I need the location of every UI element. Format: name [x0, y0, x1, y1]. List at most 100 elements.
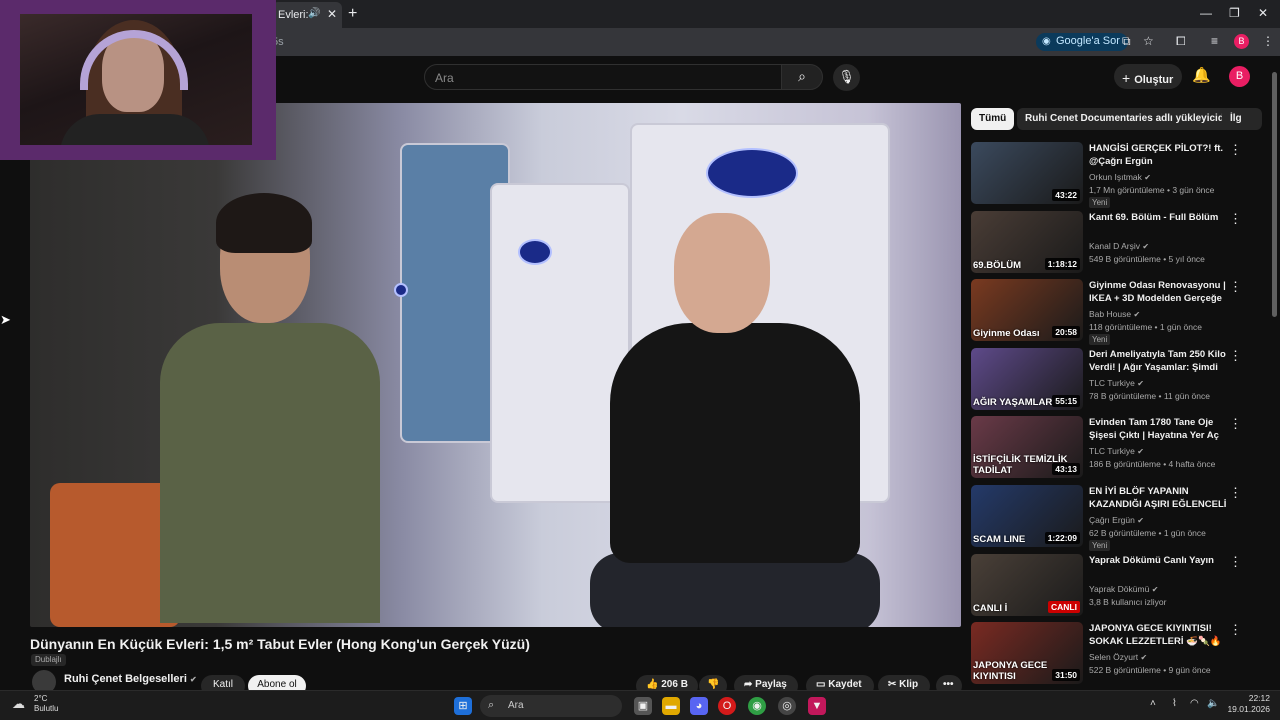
- video-thumbnail[interactable]: SCAM LINE 1:22:09: [971, 485, 1083, 547]
- recommended-video[interactable]: SCAM LINE 1:22:09 EN İYİ BLÖF YAPANIN KAZA…: [971, 485, 1261, 551]
- mouse-cursor-icon: ➤: [0, 312, 11, 327]
- recommended-title[interactable]: EN İYİ BLÖF YAPANIN KAZANDIĞI AŞIRI EĞLE…: [1089, 485, 1229, 512]
- discord-icon[interactable]: ◕: [690, 697, 708, 715]
- weather-temp: 2°C: [34, 694, 48, 703]
- headset-icon: [80, 30, 188, 90]
- chip-related[interactable]: İlg: [1222, 108, 1262, 130]
- clock-date: 19.01.2026: [1227, 704, 1270, 714]
- recommended-title[interactable]: HANGİSİ GERÇEK PİLOT?! ft. @Çağrı Ergün: [1089, 142, 1229, 168]
- browser-tab[interactable]: Evleri: 🔊 ✕: [272, 2, 342, 28]
- video-thumbnail[interactable]: JAPONYA GECE KIYINTISI 31:50: [971, 622, 1083, 684]
- more-options-icon[interactable]: ⋮: [1229, 622, 1242, 638]
- bookmark-star-icon[interactable]: ☆: [1143, 34, 1154, 48]
- more-options-icon[interactable]: ⋮: [1229, 142, 1242, 158]
- thumbs-up-icon: 👍: [646, 679, 662, 690]
- recommended-title[interactable]: Giyinme Odası Renovasyonu | IKEA + 3D Mo…: [1089, 279, 1229, 305]
- video-thumbnail[interactable]: CANLI İ CANLI: [971, 554, 1083, 616]
- recommended-title[interactable]: JAPONYA GECE KIYINTISI! SOKAK LEZZETLERİ…: [1089, 622, 1229, 648]
- recommended-video[interactable]: Giyinme Odası 20:58 Giyinme Odası Renovasy…: [971, 279, 1261, 345]
- search-input[interactable]: Ara: [424, 64, 782, 90]
- verified-icon: ✔: [1137, 516, 1144, 525]
- video-player[interactable]: [30, 103, 961, 627]
- account-avatar[interactable]: B: [1229, 66, 1250, 87]
- search-button[interactable]: ⌕: [781, 64, 823, 90]
- taskbar-search-label: Ara: [508, 700, 524, 711]
- speaker-icon[interactable]: 🔊: [308, 8, 320, 19]
- file-explorer-icon[interactable]: ▬: [662, 697, 680, 715]
- close-tab-icon[interactable]: ✕: [327, 7, 337, 21]
- more-options-icon[interactable]: ⋮: [1229, 348, 1242, 364]
- windows-start-icon[interactable]: ⊞: [454, 697, 472, 715]
- recommended-channel[interactable]: Selen Özyurt ✔: [1089, 652, 1147, 662]
- recommended-video[interactable]: 69.BÖLÜM 1:18:12 Kanıt 69. Bölüm - Full Bö…: [971, 211, 1261, 275]
- verified-icon: ✔: [1151, 585, 1159, 594]
- recommended-channel[interactable]: Kanal D Arşiv ✔: [1089, 241, 1149, 251]
- video-thumbnail[interactable]: 43:22: [971, 142, 1083, 204]
- video-thumbnail[interactable]: 69.BÖLÜM 1:18:12: [971, 211, 1083, 273]
- notifications-bell-icon[interactable]: 🔔: [1192, 66, 1211, 84]
- recommended-channel[interactable]: Yaprak Dökümü ✔: [1089, 584, 1158, 594]
- chip-uploader[interactable]: Ruhi Cenet Documentaries adlı yükleyicid…: [1017, 108, 1244, 130]
- recommended-title[interactable]: Yaprak Dökümü Canlı Yayın: [1089, 554, 1229, 567]
- app-icon[interactable]: ▼: [808, 697, 826, 715]
- chrome-icon[interactable]: ◉: [748, 697, 766, 715]
- recommended-meta: 3,8 B kullanıcı izliyor: [1089, 597, 1167, 607]
- tab-title: Evleri:: [278, 9, 309, 21]
- more-options-icon[interactable]: ⋮: [1229, 279, 1242, 295]
- taskbar-search[interactable]: ⌕ Ara: [480, 695, 622, 717]
- recommended-video[interactable]: 43:22 HANGİSİ GERÇEK PİLOT?! ft. @Çağrı E…: [971, 142, 1261, 208]
- network-icon[interactable]: ⌇: [1172, 698, 1177, 709]
- close-window-icon[interactable]: ✕: [1258, 6, 1268, 20]
- media-control-icon[interactable]: ≡: [1211, 34, 1218, 48]
- recommended-meta: 1,7 Mn görüntüleme • 3 gün önce: [1089, 185, 1215, 195]
- recommended-channel[interactable]: Çağrı Ergün ✔: [1089, 515, 1144, 525]
- new-tab-button[interactable]: +: [348, 5, 357, 23]
- share-label: Paylaş: [755, 679, 787, 690]
- recommended-video[interactable]: CANLI İ CANLI Yaprak Dökümü Canlı Yayın Yap…: [971, 554, 1261, 618]
- scrollbar-thumb[interactable]: [1272, 72, 1277, 317]
- tray-chevron-icon[interactable]: ˄: [1150, 698, 1156, 709]
- channel-name[interactable]: Ruhi Çenet Belgeselleri ✔: [64, 673, 197, 685]
- minimize-icon[interactable]: —: [1200, 6, 1212, 20]
- system-clock[interactable]: 22:12 19.01.2026: [1226, 693, 1270, 715]
- wifi-icon[interactable]: ◠: [1190, 698, 1199, 709]
- obs-icon[interactable]: ◎: [778, 697, 796, 715]
- weather-desc: Bulutlu: [34, 704, 59, 713]
- recommended-channel[interactable]: Orkun Işıtmak ✔: [1089, 172, 1151, 182]
- recommended-video[interactable]: İSTİFÇİLİK TEMİZLİK TADİLAT 43:13 Evinden …: [971, 416, 1261, 480]
- create-button[interactable]: + Oluştur: [1114, 64, 1182, 89]
- restore-icon[interactable]: ❐: [1229, 6, 1240, 20]
- browser-menu-icon[interactable]: ⋮: [1262, 34, 1274, 48]
- video-thumbnail[interactable]: Giyinme Odası 20:58: [971, 279, 1083, 341]
- recommended-video[interactable]: JAPONYA GECE KIYINTISI 31:50 JAPONYA GECE …: [971, 622, 1261, 686]
- recommended-channel[interactable]: TLC Turkiye ✔: [1089, 446, 1144, 456]
- scissors-icon: ✂: [888, 679, 900, 690]
- recommended-title[interactable]: Evinden Tam 1780 Tane Oje Şişesi Çıktı |…: [1089, 416, 1229, 443]
- recommended-title[interactable]: Kanıt 69. Bölüm - Full Bölüm: [1089, 211, 1229, 224]
- search-icon: ⌕: [488, 699, 495, 711]
- recommended-channel[interactable]: TLC Turkiye ✔: [1089, 378, 1144, 388]
- task-view-icon[interactable]: ▣: [634, 697, 652, 715]
- recommended-title[interactable]: Deri Ameliyatıyla Tam 250 Kilo Verdi! | …: [1089, 348, 1229, 375]
- chip-all[interactable]: Tümü: [971, 108, 1015, 130]
- video-thumbnail[interactable]: AĞIR YAŞAMLAR 55:15: [971, 348, 1083, 410]
- video-thumbnail[interactable]: İSTİFÇİLİK TEMİZLİK TADİLAT 43:13: [971, 416, 1083, 478]
- extensions-icon[interactable]: ⧠: [1176, 34, 1186, 49]
- recommended-meta: 78 B görüntüleme • 11 gün önce: [1089, 391, 1210, 401]
- recommended-channel[interactable]: Bab House ✔: [1089, 309, 1140, 319]
- more-options-icon[interactable]: ⋮: [1229, 416, 1242, 432]
- more-options-icon[interactable]: ⋮: [1229, 485, 1242, 501]
- more-options-icon[interactable]: ⋮: [1229, 554, 1242, 570]
- voice-search-button[interactable]: 🎙: [833, 64, 860, 91]
- new-badge: Yeni: [1089, 197, 1111, 208]
- new-badge: Yeni: [1089, 540, 1111, 551]
- volume-icon[interactable]: 🔈: [1207, 698, 1219, 709]
- google-ask-button[interactable]: ◉ Google'a Sor: [1036, 33, 1128, 51]
- webcam-overlay: [0, 0, 276, 160]
- cast-icon[interactable]: ⧉: [1122, 34, 1131, 49]
- more-dots-icon: •••: [943, 679, 954, 690]
- browser-profile-avatar[interactable]: B: [1234, 34, 1249, 49]
- opera-icon[interactable]: O: [718, 697, 736, 715]
- recommended-video[interactable]: AĞIR YAŞAMLAR 55:15 Deri Ameliyatıyla Tam …: [971, 348, 1261, 412]
- more-options-icon[interactable]: ⋮: [1229, 211, 1242, 227]
